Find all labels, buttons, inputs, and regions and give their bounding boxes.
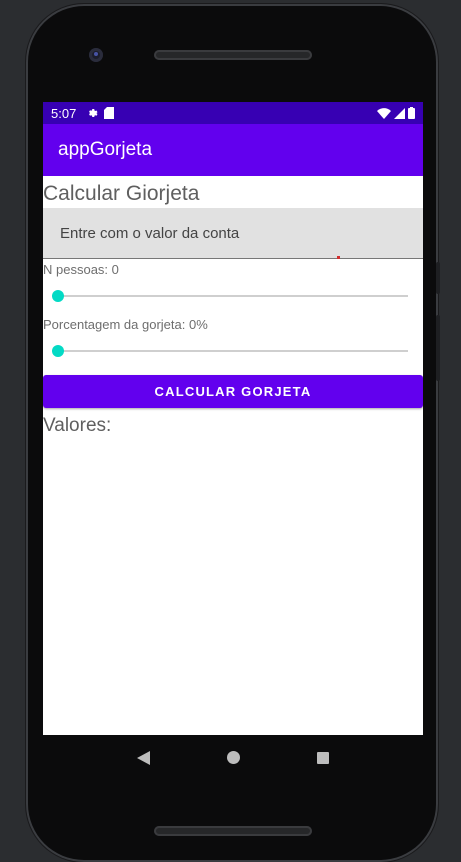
tip-percent-label: Porcentagem da gorjeta: 0% bbox=[43, 317, 208, 332]
bottom-speaker bbox=[154, 826, 312, 836]
people-slider-thumb[interactable] bbox=[52, 290, 64, 302]
sd-card-icon bbox=[104, 107, 115, 119]
bill-input-container[interactable] bbox=[43, 208, 423, 259]
navigation-bar bbox=[43, 735, 423, 780]
status-time: 5:07 bbox=[51, 105, 77, 121]
app-title: appGorjeta bbox=[58, 139, 153, 160]
signal-icon bbox=[394, 107, 405, 119]
back-icon[interactable] bbox=[137, 750, 151, 765]
calculate-tip-button[interactable]: CALCULAR GORJETA bbox=[43, 375, 423, 408]
people-slider-track[interactable] bbox=[58, 295, 408, 297]
people-slider[interactable] bbox=[43, 278, 423, 314]
results-label: Valores: bbox=[43, 415, 112, 436]
tip-percent-slider-track[interactable] bbox=[58, 350, 408, 352]
screen: 5:07 appGorjeta Calcular Giorjeta N pess… bbox=[43, 102, 423, 735]
app-bar: appGorjeta bbox=[43, 124, 423, 176]
tip-percent-slider-thumb[interactable] bbox=[52, 345, 64, 357]
home-icon[interactable] bbox=[226, 751, 240, 764]
tip-percent-slider[interactable] bbox=[43, 333, 423, 369]
battery-icon bbox=[408, 107, 415, 119]
earpiece-speaker bbox=[154, 50, 312, 60]
status-bar: 5:07 bbox=[43, 102, 423, 124]
power-button bbox=[436, 262, 440, 294]
text-cursor-marker bbox=[337, 256, 340, 259]
volume-button bbox=[436, 315, 440, 381]
page-title: Calcular Giorjeta bbox=[43, 182, 200, 205]
wifi-icon bbox=[377, 107, 391, 119]
front-camera bbox=[89, 48, 103, 62]
bill-amount-input[interactable] bbox=[58, 223, 402, 243]
gear-icon bbox=[89, 109, 98, 117]
recent-apps-icon[interactable] bbox=[316, 751, 329, 764]
people-count-label: N pessoas: 0 bbox=[43, 262, 119, 277]
